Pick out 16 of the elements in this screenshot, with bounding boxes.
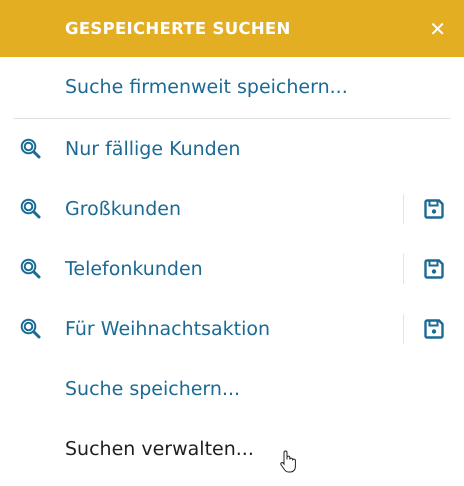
search-icon: [20, 318, 42, 340]
hand-cursor-icon: [278, 450, 298, 474]
save-icon[interactable]: [422, 197, 446, 221]
save-company-wide-link[interactable]: Suche firmenweit speichern...: [65, 76, 348, 98]
search-icon: [20, 198, 42, 220]
menu-action-link[interactable]: Suche speichern...: [65, 378, 240, 400]
saved-search-item[interactable]: Großkunden: [65, 198, 403, 220]
saved-search-item[interactable]: Nur fällige Kunden: [65, 138, 446, 160]
search-icon: [20, 138, 42, 160]
saved-search-item[interactable]: Telefonkunden: [65, 258, 403, 280]
menu-action-link[interactable]: Suchen verwalten...: [65, 438, 254, 460]
save-icon[interactable]: [422, 317, 446, 341]
saved-search-item[interactable]: Für Weihnachtsaktion: [65, 318, 403, 340]
save-icon[interactable]: [422, 257, 446, 281]
panel-title: GESPEICHERTE SUCHEN: [65, 19, 291, 38]
search-icon: [20, 258, 42, 280]
